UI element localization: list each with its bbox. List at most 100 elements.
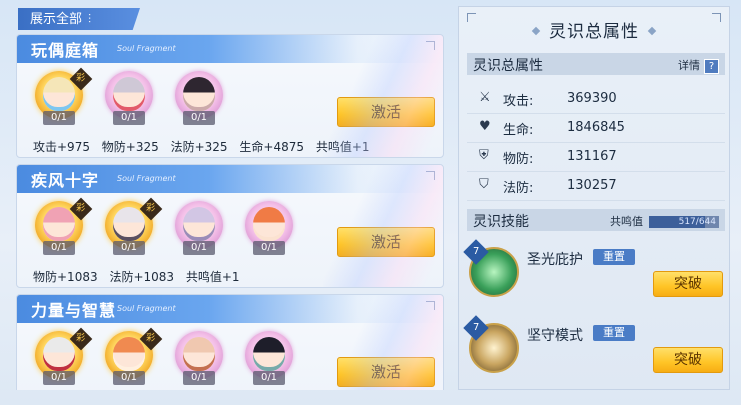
stat-magic-defense: 法防+325 — [170, 140, 228, 154]
skill-2: 7 坚守模式 重置 突破 — [463, 315, 725, 383]
attr-label: 法防: — [503, 181, 534, 196]
character-avatar[interactable]: 0/1 彩 — [31, 67, 93, 129]
attr-row-attack: ⚔ 攻击: 369390 — [467, 85, 725, 114]
fragment-count: 0/1 — [43, 111, 75, 125]
character-portrait — [113, 207, 145, 241]
character-avatar[interactable]: 0/1 — [101, 69, 157, 129]
attr-label: 物防: — [503, 152, 534, 167]
fragment-stats: 攻击+975 物防+325 法防+325 生命+4875 共鸣值+1 — [33, 138, 378, 155]
character-portrait — [253, 337, 285, 371]
reset-button[interactable]: 重置 — [593, 325, 635, 341]
attr-row-defense: ⛨ 物防: 131167 — [467, 143, 725, 172]
sword-icon: ⚔ — [479, 90, 491, 105]
attr-value: 1846845 — [567, 120, 625, 135]
fragment-count: 0/1 — [113, 111, 145, 125]
character-avatar[interactable]: 0/1 — [171, 69, 227, 129]
breakthrough-button[interactable]: 突破 — [653, 271, 723, 297]
stat-hp: 生命+4875 — [239, 140, 304, 154]
attr-row-magic-defense: ⛉ 法防: 130257 — [467, 172, 725, 201]
breakthrough-button[interactable]: 突破 — [653, 347, 723, 373]
attr-label: 攻击: — [503, 94, 534, 109]
character-avatar[interactable]: 0/1 — [171, 199, 227, 259]
heart-icon: ♥ — [479, 119, 491, 134]
attr-label: 生命: — [503, 123, 534, 138]
character-portrait — [183, 337, 215, 371]
character-avatar[interactable]: 0/1 — [241, 329, 297, 389]
show-all-tab[interactable]: 展示全部 ⫶ — [18, 8, 140, 30]
fragment-card-1: 玩偶庭箱 Soul Fragment 0/1 彩 0/1 0/1 激活 攻击+975 … — [16, 34, 444, 158]
character-avatar[interactable]: 0/1 彩 — [31, 327, 93, 389]
skills-title: 灵识技能 — [473, 214, 529, 230]
stat-attack: 攻击+975 — [33, 140, 90, 154]
corner-decoration — [426, 41, 435, 50]
fragment-count: 0/1 — [183, 371, 215, 385]
attributes-header: 灵识总属性 详情? — [467, 53, 725, 75]
character-portrait — [43, 77, 75, 111]
activate-button[interactable]: 激活 — [337, 97, 435, 127]
attr-value: 130257 — [567, 178, 617, 193]
stat-resonance: 共鸣值+1 — [315, 140, 370, 154]
character-portrait — [183, 77, 215, 111]
attr-value: 131167 — [567, 149, 617, 164]
fragment-header: 力量与智慧 Soul Fragment — [17, 295, 443, 323]
character-avatar[interactable]: 0/1 — [241, 199, 297, 259]
stat-magic-defense: 法防+1083 — [109, 270, 175, 284]
activate-button[interactable]: 激活 — [337, 227, 435, 257]
detail-button[interactable]: 详情? — [678, 57, 719, 74]
character-portrait — [253, 207, 285, 241]
resonance-label: 共鸣值 — [610, 215, 643, 228]
attr-row-hp: ♥ 生命: 1846845 — [467, 114, 725, 143]
fragment-stats: 物防+1083 法防+1083 共鸣值+1 — [33, 268, 248, 285]
fragment-subtitle: Soul Fragment — [117, 304, 176, 313]
reset-button[interactable]: 重置 — [593, 249, 635, 265]
resonance-meter: 共鸣值 517/644 — [610, 213, 719, 229]
panel-title: 灵识总属性 — [459, 17, 729, 42]
resonance-bar: 517/644 — [649, 216, 719, 228]
character-portrait — [113, 77, 145, 111]
help-icon: ? — [704, 59, 719, 74]
fragment-card-2: 疾风十字 Soul Fragment 0/1 彩 0/1 彩 0/1 0/1 激活 物防+… — [16, 164, 444, 288]
fragment-name: 玩偶庭箱 — [31, 41, 100, 60]
fragment-count: 0/1 — [113, 241, 145, 255]
fragment-subtitle: Soul Fragment — [117, 174, 176, 183]
character-avatar[interactable]: 0/1 彩 — [31, 197, 93, 259]
skill-name: 坚守模式 — [527, 328, 583, 344]
fragment-count: 0/1 — [253, 241, 285, 255]
fragment-header: 玩偶庭箱 Soul Fragment — [17, 35, 443, 63]
fragment-card-3: 力量与智慧 Soul Fragment 0/1 彩 0/1 彩 0/1 0/1 激活 — [16, 294, 444, 390]
character-portrait — [183, 207, 215, 241]
fragment-name: 疾风十字 — [31, 171, 100, 190]
stat-defense: 物防+1083 — [33, 270, 98, 284]
fragment-subtitle: Soul Fragment — [117, 44, 176, 53]
stat-defense: 物防+325 — [101, 140, 159, 154]
character-avatar[interactable]: 0/1 彩 — [101, 327, 163, 389]
attributes-title: 灵识总属性 — [473, 58, 543, 74]
magic-shield-icon: ⛉ — [479, 177, 489, 192]
character-avatar[interactable]: 0/1 彩 — [101, 197, 163, 259]
stat-resonance: 共鸣值+1 — [185, 270, 240, 284]
fragment-count: 0/1 — [183, 241, 215, 255]
fragment-name: 力量与智慧 — [31, 301, 117, 320]
attr-value: 369390 — [567, 91, 617, 106]
character-avatar[interactable]: 0/1 — [171, 329, 227, 389]
fragment-count: 0/1 — [43, 371, 75, 385]
show-all-label: 展示全部 — [30, 12, 83, 27]
fragment-count: 0/1 — [183, 111, 215, 125]
activate-button[interactable]: 激活 — [337, 357, 435, 387]
fragment-count: 0/1 — [253, 371, 285, 385]
shield-icon: ⛨ — [479, 148, 489, 163]
fragment-header: 疾风十字 Soul Fragment — [17, 165, 443, 193]
fragment-count: 0/1 — [113, 371, 145, 385]
character-portrait — [43, 207, 75, 241]
corner-decoration — [426, 171, 435, 180]
character-portrait — [113, 337, 145, 371]
skill-1: 7 圣光庇护 重置 突破 — [463, 239, 725, 307]
filter-icon: ⫶ — [88, 12, 92, 26]
skills-header: 灵识技能 共鸣值 517/644 — [467, 209, 725, 231]
fragment-count: 0/1 — [43, 241, 75, 255]
corner-decoration — [426, 301, 435, 310]
skill-name: 圣光庇护 — [527, 252, 583, 268]
character-portrait — [43, 337, 75, 371]
soul-total-panel: 灵识总属性 灵识总属性 详情? ⚔ 攻击: 369390 ♥ 生命: 18468… — [458, 6, 730, 390]
fragment-list[interactable]: 玩偶庭箱 Soul Fragment 0/1 彩 0/1 0/1 激活 攻击+975 … — [14, 34, 446, 390]
